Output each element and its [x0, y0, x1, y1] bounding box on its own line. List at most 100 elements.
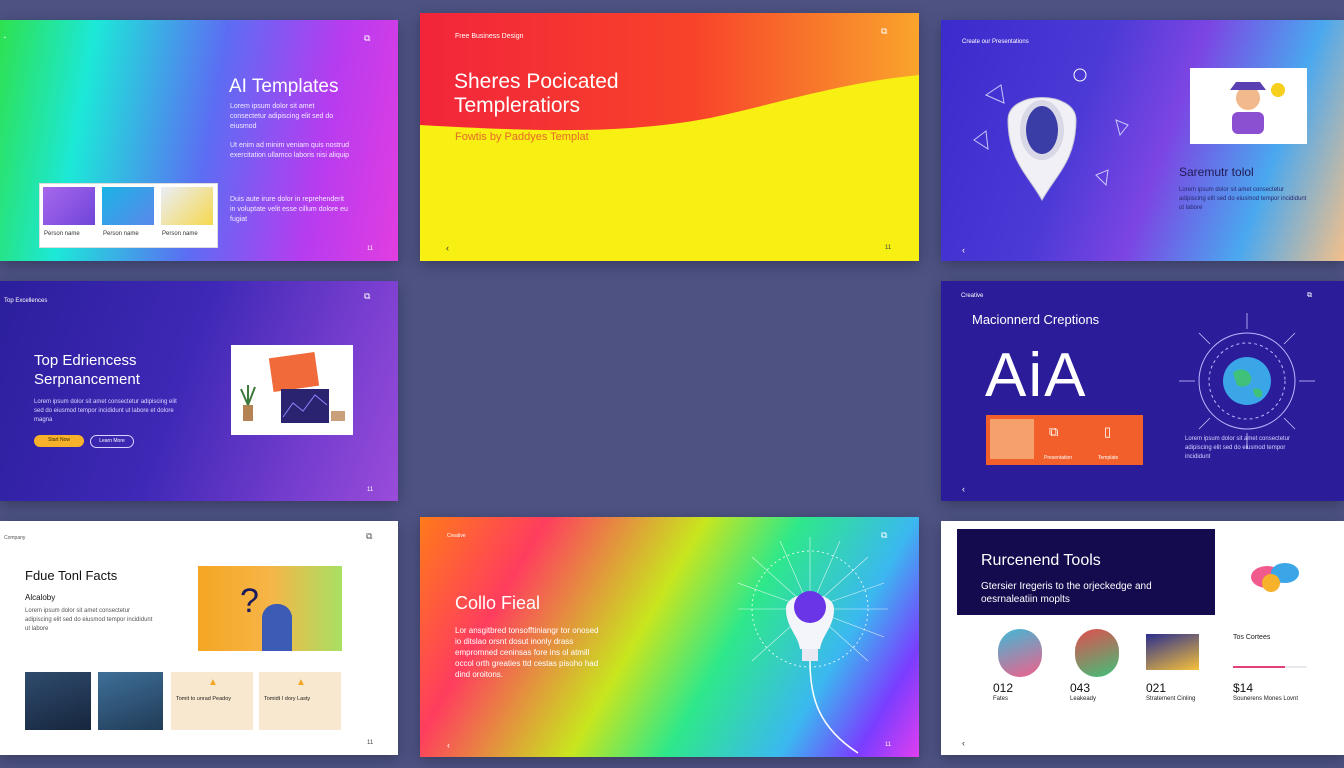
avatar	[998, 629, 1042, 677]
menu-icon: ▪	[4, 35, 6, 41]
copy-icon[interactable]: ⧉	[1307, 291, 1312, 300]
progress-bar	[1233, 666, 1307, 668]
slide-title: Rurcenend Tools	[981, 552, 1101, 569]
info-card: ▲ Tomit to unrad Peadoy	[171, 672, 253, 730]
prev-arrow-icon[interactable]: ‹	[962, 739, 965, 748]
avatar	[1075, 629, 1119, 677]
slide-subtitle: Alcaloby	[25, 593, 56, 602]
title-banner: Rurcenend Tools Gtersier Iregeris to the…	[957, 529, 1215, 615]
page-number: 11	[367, 740, 374, 746]
person-thumb	[990, 419, 1034, 459]
slide-paragraph: Lorem ipsum dolor sit amet consectetur a…	[1185, 436, 1291, 460]
stat-label: Fates	[993, 696, 1009, 702]
card-caption: Person name	[44, 231, 80, 237]
ai-device-illustration	[973, 68, 1129, 202]
box-label: Presentation	[1044, 455, 1073, 461]
learn-more-button[interactable]: Learn More	[90, 435, 134, 448]
slide-kicker: Top Excellences	[4, 298, 48, 304]
slide-paragraph: Duis aute irure dolor in reprehenderit i…	[230, 196, 348, 223]
slide-saremutr[interactable]: Create our Presentations Saremutr tolol …	[941, 20, 1344, 261]
person-photo	[25, 672, 91, 730]
big-heading: AiA	[985, 341, 1088, 410]
stat-label: Stratement Cinling	[1146, 696, 1196, 702]
stat-value: 043	[1070, 681, 1091, 695]
person-photo	[102, 187, 154, 225]
prev-arrow-icon[interactable]: ‹	[962, 246, 965, 255]
slide-kicker: Create our Presentations	[962, 39, 1029, 45]
copy-icon[interactable]: ⧉	[364, 292, 370, 301]
slide-title: Collo Fieal	[455, 593, 541, 613]
stat-value: 021	[1146, 681, 1167, 695]
slide-kicker: Company	[4, 535, 26, 541]
slide-paragraph: Lorem ipsum dolor sit amet consectetur a…	[1179, 187, 1307, 211]
person-photo	[43, 187, 95, 225]
copy-icon[interactable]: ⧉	[364, 34, 370, 43]
card-caption: Person name	[162, 231, 198, 237]
chat-bubbles-icon	[1251, 563, 1299, 592]
page-number: 11	[367, 487, 374, 493]
slide-paragraph: Lor ansgitbred tonsofftiniangr tor onose…	[455, 626, 599, 679]
copy-icon[interactable]: ⧉	[366, 532, 372, 541]
phone-icon: ▯	[1104, 424, 1112, 439]
flame-icon: ▲	[296, 677, 306, 688]
character-illustration	[1230, 82, 1285, 134]
slide-kicker: Free Business Design	[455, 33, 524, 40]
question-illustration: ?	[198, 566, 342, 651]
slide-paragraph: Lorem ipsum dolor sit amet consectetur a…	[34, 399, 177, 423]
slide-paragraph: Lorem ipsum dolor sit amet consectetur a…	[230, 103, 334, 130]
team-panel: Person name Person name Person name	[39, 183, 218, 248]
stat-label: Leakeady	[1070, 696, 1097, 702]
slide-rurcenend-tools[interactable]: Rurcenend Tools Gtersier Iregeris to the…	[941, 521, 1344, 755]
start-button[interactable]: Start Now	[34, 435, 84, 447]
question-icon: ?	[240, 582, 259, 620]
globe-illustration	[1179, 313, 1315, 449]
workspace-illustration	[240, 351, 345, 423]
slide-title: Fdue Tonl Facts	[25, 568, 118, 583]
lightbulb-illustration	[738, 537, 888, 754]
slide-paragraph: Lorem ipsum dolor sit amet consectetur a…	[25, 608, 153, 632]
slide-ai-templates[interactable]: ⧉ ▪ AI Templates Lorem ipsum dolor sit a…	[0, 20, 398, 261]
prev-arrow-icon[interactable]: ‹	[446, 244, 449, 253]
illustration-card	[231, 345, 353, 435]
card-title: Tomidt I dory Lasty	[264, 696, 311, 702]
copy-icon[interactable]: ⧉	[881, 27, 887, 36]
stat-value: $14	[1233, 681, 1254, 695]
slide-title: Serpnancement	[34, 371, 140, 388]
progress-fill	[1233, 666, 1285, 668]
slide-collo-fieal[interactable]: Creative ⧉ Collo Fieal Lor ansgitbred to…	[420, 517, 919, 757]
info-card: ▲ Tomidt I dory Lasty	[259, 672, 341, 730]
page-number: 11	[885, 245, 892, 251]
person-figure	[262, 604, 292, 651]
avatar	[1146, 634, 1199, 670]
card-title: Tomit to unrad Peadoy	[176, 696, 232, 702]
flame-icon: ▲	[208, 677, 218, 688]
slide-title: Top Edriencess	[34, 352, 137, 369]
feature-strip: ⧉ ▯ Presentation Template	[986, 415, 1143, 465]
box-label: Template	[1098, 455, 1119, 461]
slide-paragraph: Ut enim ad minim veniam quis nostrud exe…	[230, 142, 350, 159]
prev-arrow-icon[interactable]: ‹	[447, 741, 450, 750]
stat-label: Sounerens Mones Lovnt	[1233, 696, 1299, 702]
slide-kicker: Creative	[961, 293, 984, 299]
document-icon: ⧉	[1049, 424, 1059, 439]
slide-title: Sheres Pocicated	[454, 70, 619, 93]
stat-value: 012	[993, 681, 1014, 695]
slide-macionnerd[interactable]: Creative ⧉ Macionnerd Creptions AiA ⧉ ▯ …	[941, 281, 1344, 501]
slide-title: Templeratiors	[454, 94, 581, 117]
slide-title: AI Templates	[229, 76, 339, 97]
card-caption: Person name	[103, 231, 139, 237]
slide-title: Macionnerd Creptions	[972, 312, 1100, 327]
slide-subtitle: Gtersier Iregeris to the orjeckedge and …	[981, 581, 1152, 605]
character-card	[1190, 68, 1307, 144]
page-number: 11	[367, 246, 374, 252]
slide-top-edriencess[interactable]: Top Excellences ⧉ Top Edriencess Serpnan…	[0, 281, 398, 501]
slide-subtitle: Fowtis by Paddyes Templat	[455, 131, 589, 143]
page-number: 11	[885, 742, 892, 748]
slide-fdue-facts[interactable]: Company ⧉ Fdue Tonl Facts Alcaloby Lorem…	[0, 521, 398, 755]
prev-arrow-icon[interactable]: ‹	[962, 485, 965, 494]
person-photo	[98, 672, 163, 730]
slide-title: Saremutr tolol	[1179, 165, 1254, 179]
slide-sheres-pocicated[interactable]: Free Business Design ⧉ Sheres Pocicated …	[420, 13, 919, 261]
side-title: Tos Cortees	[1233, 634, 1271, 641]
person-photo	[161, 187, 213, 225]
